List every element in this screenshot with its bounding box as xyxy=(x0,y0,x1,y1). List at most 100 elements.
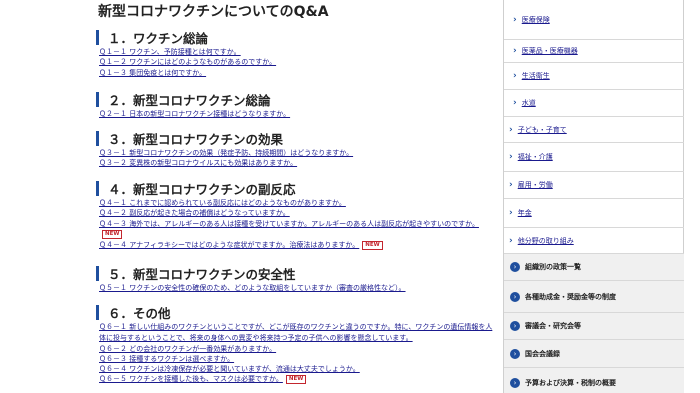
question-link[interactable]: Ｑ４－２ 副反応が起きた場合の補償はどうなっていますか。 xyxy=(99,209,290,217)
new-badge: NEW xyxy=(102,229,123,239)
question-list: Ｑ５－１ ワクチンの安全性の確保のため、どのような取組をしていますか（審査の厳格… xyxy=(96,283,496,293)
sidebar-item-councils[interactable]: › 審議会・研究会等 xyxy=(504,313,684,340)
sidebar-item-label: 審議会・研究会等 xyxy=(525,322,581,330)
question-link[interactable]: Ｑ４－３ 海外では、アレルギーのある人は接種を受けていますか。アレルギーのある人… xyxy=(99,220,479,228)
main-content: 新型コロナワクチンについてのQ&A １．ワクチン総論 Ｑ１－１ ワクチン、予防接… xyxy=(96,0,494,393)
question-link[interactable]: Ｑ３－１ 新型コロナワクチンの効果（発症予防、持続期間）はどうなりますか。 xyxy=(99,149,353,157)
heading-bar xyxy=(96,130,99,146)
list-item: Ｑ６－４ ワクチンは冷凍保存が必要と聞いていますが、流通は大丈夫でしょうか。 xyxy=(99,364,496,374)
question-link[interactable]: Ｑ６－５ ワクチンを接種した後も、マスクは必要ですか。 xyxy=(99,375,283,383)
question-list: Ｑ１－１ ワクチン、予防接種とは何ですか。 Ｑ１－２ ワクチンにはどのようなもの… xyxy=(96,47,496,78)
sidebar-item-label: 組織別の政策一覧 xyxy=(525,263,581,271)
sidebar-item-org-policies[interactable]: › 組織別の政策一覧 xyxy=(504,254,684,281)
sidebar-item-grants[interactable]: › 各種助成金・奨励金等の制度 xyxy=(504,281,684,313)
sidebar-item-label: 年金 xyxy=(517,209,532,217)
list-item: Ｑ５－１ ワクチンの安全性の確保のため、どのような取組をしていますか（審査の厳格… xyxy=(99,283,496,293)
section-title: ３．新型コロナワクチンの効果 xyxy=(108,131,284,147)
chevron-right-icon: › xyxy=(513,14,517,25)
chevron-right-icon: › xyxy=(510,321,520,331)
question-link[interactable]: Ｑ５－１ ワクチンの安全性の確保のため、どのような取組をしていますか（審査の厳格… xyxy=(99,284,406,292)
question-link[interactable]: Ｑ１－１ ワクチン、予防接種とは何ですか。 xyxy=(99,48,241,56)
list-item: Ｑ４－１ これまでに認められている副反応にはどのようなものがありますか。 xyxy=(99,198,496,208)
section-title: ５．新型コロナワクチンの安全性 xyxy=(108,266,296,282)
question-link[interactable]: Ｑ６－４ ワクチンは冷凍保存が必要と聞いていますが、流通は大丈夫でしょうか。 xyxy=(99,365,360,373)
section-4: ４．新型コロナワクチンの副反応 Ｑ４－１ これまでに認められている副反応にはどの… xyxy=(96,180,496,250)
question-link[interactable]: Ｑ１－３ 集団免疫とは何ですか。 xyxy=(99,69,206,77)
sidebar-item-label: 他分野の取り組み xyxy=(517,236,574,245)
sidebar-item-label: 福祉・介護 xyxy=(517,153,553,161)
section-title: ２．新型コロナワクチン総論 xyxy=(108,92,271,108)
sidebar-item-budget[interactable]: › 予算および決算・税制の概要 xyxy=(504,368,684,393)
list-item: Ｑ１－３ 集団免疫とは何ですか。 xyxy=(99,68,496,78)
section-heading: ４．新型コロナワクチンの副反応 xyxy=(96,180,496,197)
sidebar-item-medical-insurance[interactable]: › 医療保険 xyxy=(504,0,684,40)
heading-bar xyxy=(96,304,99,320)
sidebar-item-children[interactable]: › 子ども・子育て xyxy=(504,117,684,143)
heading-bar xyxy=(96,180,99,196)
question-link[interactable]: Ｑ４－４ アナフィラキシーではどのような症状がでますか。治療法はありますか。 xyxy=(99,241,359,249)
section-3: ３．新型コロナワクチンの効果 Ｑ３－１ 新型コロナワクチンの効果（発症予防、持続… xyxy=(96,130,496,169)
heading-bar xyxy=(96,265,99,281)
list-item: Ｑ６－１ 新しい仕組みのワクチンということですが、どこが既存のワクチンと違うので… xyxy=(99,322,496,344)
heading-bar xyxy=(96,91,99,107)
section-title: １．ワクチン総論 xyxy=(108,30,209,46)
chevron-right-icon: › xyxy=(509,152,513,162)
chevron-right-icon: › xyxy=(510,377,520,388)
sidebar-item-pension[interactable]: › 年金 xyxy=(504,199,684,228)
chevron-right-icon: › xyxy=(513,98,517,108)
sidebar-item-welfare[interactable]: › 福祉・介護 xyxy=(504,143,684,172)
sidebar-item-label: 雇用・労働 xyxy=(517,181,553,189)
sidebar-item-employment[interactable]: › 雇用・労働 xyxy=(504,172,684,199)
sidebar-item-label: 医薬品・医療機器 xyxy=(521,47,578,55)
section-heading: ６．その他 xyxy=(96,304,496,321)
sidebar-item-diet-records[interactable]: › 国会会議録 xyxy=(504,340,684,368)
section-2: ２．新型コロナワクチン総論 Ｑ２－１ 日本の新型コロナワクチン接種はどうなります… xyxy=(96,91,496,119)
question-link[interactable]: Ｑ２－１ 日本の新型コロナワクチン接種はどうなりますか。 xyxy=(99,110,290,118)
heading-bar xyxy=(96,29,99,45)
section-1: １．ワクチン総論 Ｑ１－１ ワクチン、予防接種とは何ですか。 Ｑ１－２ ワクチン… xyxy=(96,29,496,78)
list-item: Ｑ１－１ ワクチン、予防接種とは何ですか。 xyxy=(99,47,496,57)
section-title: ６．その他 xyxy=(108,305,171,321)
list-item: Ｑ３－２ 変異株の新型コロナウイルスにも効果はありますか。 xyxy=(99,158,496,168)
question-list: Ｑ４－１ これまでに認められている副反応にはどのようなものがありますか。 Ｑ４－… xyxy=(96,198,496,250)
sidebar-item-label: 生活衛生 xyxy=(521,72,550,80)
question-link[interactable]: Ｑ３－２ 変異株の新型コロナウイルスにも効果はありますか。 xyxy=(99,159,297,167)
chevron-right-icon: › xyxy=(509,124,513,135)
sidebar-item-pharma[interactable]: › 医薬品・医療機器 xyxy=(504,40,684,63)
page-title: 新型コロナワクチンについてのQ&A xyxy=(98,4,329,20)
new-badge: NEW xyxy=(362,240,383,250)
list-item: Ｑ３－１ 新型コロナワクチンの効果（発症予防、持続期間）はどうなりますか。 xyxy=(99,148,496,158)
question-list: Ｑ３－１ 新型コロナワクチンの効果（発症予防、持続期間）はどうなりますか。 Ｑ３… xyxy=(96,148,496,169)
section-heading: ２．新型コロナワクチン総論 xyxy=(96,91,496,108)
sidebar-item-water[interactable]: › 水道 xyxy=(504,90,684,117)
question-link[interactable]: Ｑ６－１ 新しい仕組みのワクチンということですが、どこが既存のワクチンと違うので… xyxy=(99,323,492,342)
question-link[interactable]: Ｑ１－２ ワクチンにはどのようなものがあるのですか。 xyxy=(99,58,276,66)
sidebar-item-label: 国会会議録 xyxy=(525,349,560,358)
section-heading: ５．新型コロナワクチンの安全性 xyxy=(96,265,496,282)
section-6: ６．その他 Ｑ６－１ 新しい仕組みのワクチンということですが、どこが既存のワクチ… xyxy=(96,304,496,385)
chevron-right-icon: › xyxy=(510,348,520,359)
sidebar-item-label: 予算および決算・税制の概要 xyxy=(525,378,616,387)
chevron-right-icon: › xyxy=(510,262,520,272)
question-link[interactable]: Ｑ６－２ どの会社のワクチンが一番効果がありますか。 xyxy=(99,345,276,353)
question-link[interactable]: Ｑ６－３ 接種するワクチンは選べますか。 xyxy=(99,355,234,363)
chevron-right-icon: › xyxy=(513,71,517,81)
sidebar-item-hygiene[interactable]: › 生活衛生 xyxy=(504,63,684,90)
sidebar-item-label: 医療保険 xyxy=(521,15,550,24)
sidebar-item-label: 各種助成金・奨励金等の制度 xyxy=(525,292,616,301)
chevron-right-icon: › xyxy=(510,291,520,302)
section-heading: １．ワクチン総論 xyxy=(96,29,496,46)
new-badge: NEW xyxy=(285,374,307,384)
list-item: Ｑ４－２ 副反応が起きた場合の補償はどうなっていますか。 xyxy=(99,208,496,218)
question-list: Ｑ２－１ 日本の新型コロナワクチン接種はどうなりますか。 xyxy=(96,109,496,119)
chevron-right-icon: › xyxy=(509,180,513,190)
list-item: Ｑ６－３ 接種するワクチンは選べますか。 xyxy=(99,354,496,364)
sidebar-item-other-fields[interactable]: › 他分野の取り組み xyxy=(504,228,684,254)
question-list: Ｑ６－１ 新しい仕組みのワクチンということですが、どこが既存のワクチンと違うので… xyxy=(96,322,496,385)
list-item: Ｑ６－２ どの会社のワクチンが一番効果がありますか。 xyxy=(99,344,496,354)
list-item: Ｑ４－３ 海外では、アレルギーのある人は接種を受けていますか。アレルギーのある人… xyxy=(99,219,496,241)
section-title: ４．新型コロナワクチンの副反応 xyxy=(108,181,296,197)
sidebar: › 医療保険 › 医薬品・医療機器 › 生活衛生 › 水道 › 子ども・子育て … xyxy=(503,0,684,393)
question-link[interactable]: Ｑ４－１ これまでに認められている副反応にはどのようなものがありますか。 xyxy=(99,199,346,207)
sidebar-item-label: 子ども・子育て xyxy=(517,125,567,134)
